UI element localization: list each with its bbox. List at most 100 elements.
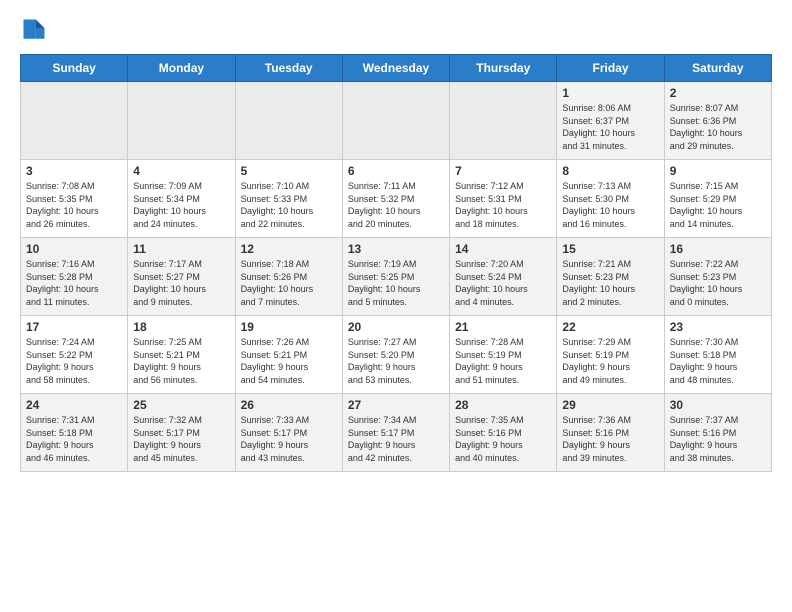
calendar-cell: 10 Sunrise: 7:16 AM Sunset: 5:28 PM Dayli… <box>21 238 128 316</box>
calendar-cell: 27 Sunrise: 7:34 AM Sunset: 5:17 PM Dayli… <box>342 394 449 472</box>
day-header-thursday: Thursday <box>450 55 557 82</box>
day-info: Sunrise: 7:34 AM Sunset: 5:17 PM Dayligh… <box>348 414 444 464</box>
day-info: Sunrise: 7:13 AM Sunset: 5:30 PM Dayligh… <box>562 180 658 230</box>
day-number: 9 <box>670 164 766 178</box>
day-info: Sunrise: 7:25 AM Sunset: 5:21 PM Dayligh… <box>133 336 229 386</box>
day-number: 13 <box>348 242 444 256</box>
day-number: 25 <box>133 398 229 412</box>
day-number: 5 <box>241 164 337 178</box>
calendar-cell: 22Sunrise: 7:29 AM Sunset: 5:19 PM Dayli… <box>557 316 664 394</box>
calendar-week-1: 1 Sunrise: 8:06 AM Sunset: 6:37 PM Daylig… <box>21 82 772 160</box>
day-number: 16 <box>670 242 766 256</box>
calendar-cell <box>342 82 449 160</box>
day-header-saturday: Saturday <box>664 55 771 82</box>
day-header-monday: Monday <box>128 55 235 82</box>
calendar-week-3: 10 Sunrise: 7:16 AM Sunset: 5:28 PM Dayli… <box>21 238 772 316</box>
calendar-cell: 24 Sunrise: 7:31 AM Sunset: 5:18 PM Dayli… <box>21 394 128 472</box>
day-number: 19 <box>241 320 337 334</box>
day-header-sunday: Sunday <box>21 55 128 82</box>
calendar-week-5: 24 Sunrise: 7:31 AM Sunset: 5:18 PM Dayli… <box>21 394 772 472</box>
day-info: Sunrise: 7:08 AM Sunset: 5:35 PM Dayligh… <box>26 180 122 230</box>
calendar-week-2: 3Sunrise: 7:08 AM Sunset: 5:35 PM Daylig… <box>21 160 772 238</box>
day-number: 4 <box>133 164 229 178</box>
page: SundayMondayTuesdayWednesdayThursdayFrid… <box>0 0 792 482</box>
day-header-tuesday: Tuesday <box>235 55 342 82</box>
day-number: 27 <box>348 398 444 412</box>
day-number: 28 <box>455 398 551 412</box>
day-info: Sunrise: 7:10 AM Sunset: 5:33 PM Dayligh… <box>241 180 337 230</box>
day-info: Sunrise: 7:11 AM Sunset: 5:32 PM Dayligh… <box>348 180 444 230</box>
day-number: 1 <box>562 86 658 100</box>
calendar-header-row: SundayMondayTuesdayWednesdayThursdayFrid… <box>21 55 772 82</box>
day-info: Sunrise: 7:37 AM Sunset: 5:16 PM Dayligh… <box>670 414 766 464</box>
day-info: Sunrise: 7:21 AM Sunset: 5:23 PM Dayligh… <box>562 258 658 308</box>
day-info: Sunrise: 7:28 AM Sunset: 5:19 PM Dayligh… <box>455 336 551 386</box>
calendar-cell: 11Sunrise: 7:17 AM Sunset: 5:27 PM Dayli… <box>128 238 235 316</box>
day-info: Sunrise: 7:24 AM Sunset: 5:22 PM Dayligh… <box>26 336 122 386</box>
day-number: 26 <box>241 398 337 412</box>
calendar: SundayMondayTuesdayWednesdayThursdayFrid… <box>20 54 772 472</box>
day-info: Sunrise: 7:16 AM Sunset: 5:28 PM Dayligh… <box>26 258 122 308</box>
day-number: 18 <box>133 320 229 334</box>
calendar-cell: 26 Sunrise: 7:33 AM Sunset: 5:17 PM Dayli… <box>235 394 342 472</box>
day-number: 17 <box>26 320 122 334</box>
day-info: Sunrise: 7:31 AM Sunset: 5:18 PM Dayligh… <box>26 414 122 464</box>
day-number: 12 <box>241 242 337 256</box>
day-info: Sunrise: 7:30 AM Sunset: 5:18 PM Dayligh… <box>670 336 766 386</box>
calendar-cell: 9 Sunrise: 7:15 AM Sunset: 5:29 PM Daylig… <box>664 160 771 238</box>
day-number: 2 <box>670 86 766 100</box>
calendar-cell: 2 Sunrise: 8:07 AM Sunset: 6:36 PM Daylig… <box>664 82 771 160</box>
day-info: Sunrise: 7:09 AM Sunset: 5:34 PM Dayligh… <box>133 180 229 230</box>
day-info: Sunrise: 7:15 AM Sunset: 5:29 PM Dayligh… <box>670 180 766 230</box>
calendar-cell: 17 Sunrise: 7:24 AM Sunset: 5:22 PM Dayli… <box>21 316 128 394</box>
calendar-cell <box>128 82 235 160</box>
calendar-cell: 15 Sunrise: 7:21 AM Sunset: 5:23 PM Dayli… <box>557 238 664 316</box>
calendar-cell: 5 Sunrise: 7:10 AM Sunset: 5:33 PM Daylig… <box>235 160 342 238</box>
calendar-cell: 12 Sunrise: 7:18 AM Sunset: 5:26 PM Dayli… <box>235 238 342 316</box>
calendar-cell: 20 Sunrise: 7:27 AM Sunset: 5:20 PM Dayli… <box>342 316 449 394</box>
calendar-cell: 6Sunrise: 7:11 AM Sunset: 5:32 PM Daylig… <box>342 160 449 238</box>
day-info: Sunrise: 8:06 AM Sunset: 6:37 PM Dayligh… <box>562 102 658 152</box>
calendar-cell: 21 Sunrise: 7:28 AM Sunset: 5:19 PM Dayli… <box>450 316 557 394</box>
day-info: Sunrise: 7:17 AM Sunset: 5:27 PM Dayligh… <box>133 258 229 308</box>
day-number: 22 <box>562 320 658 334</box>
day-info: Sunrise: 7:27 AM Sunset: 5:20 PM Dayligh… <box>348 336 444 386</box>
day-number: 20 <box>348 320 444 334</box>
day-info: Sunrise: 7:19 AM Sunset: 5:25 PM Dayligh… <box>348 258 444 308</box>
calendar-cell <box>235 82 342 160</box>
day-number: 30 <box>670 398 766 412</box>
day-info: Sunrise: 7:22 AM Sunset: 5:23 PM Dayligh… <box>670 258 766 308</box>
calendar-cell: 8 Sunrise: 7:13 AM Sunset: 5:30 PM Daylig… <box>557 160 664 238</box>
day-info: Sunrise: 7:12 AM Sunset: 5:31 PM Dayligh… <box>455 180 551 230</box>
day-number: 21 <box>455 320 551 334</box>
day-number: 8 <box>562 164 658 178</box>
day-info: Sunrise: 7:26 AM Sunset: 5:21 PM Dayligh… <box>241 336 337 386</box>
day-number: 14 <box>455 242 551 256</box>
calendar-week-4: 17 Sunrise: 7:24 AM Sunset: 5:22 PM Dayli… <box>21 316 772 394</box>
day-info: Sunrise: 7:36 AM Sunset: 5:16 PM Dayligh… <box>562 414 658 464</box>
day-number: 10 <box>26 242 122 256</box>
day-number: 23 <box>670 320 766 334</box>
day-info: Sunrise: 7:35 AM Sunset: 5:16 PM Dayligh… <box>455 414 551 464</box>
calendar-cell: 13 Sunrise: 7:19 AM Sunset: 5:25 PM Dayli… <box>342 238 449 316</box>
day-number: 24 <box>26 398 122 412</box>
calendar-cell: 23 Sunrise: 7:30 AM Sunset: 5:18 PM Dayli… <box>664 316 771 394</box>
day-info: Sunrise: 7:18 AM Sunset: 5:26 PM Dayligh… <box>241 258 337 308</box>
day-number: 15 <box>562 242 658 256</box>
calendar-cell: 16 Sunrise: 7:22 AM Sunset: 5:23 PM Dayli… <box>664 238 771 316</box>
calendar-cell: 19 Sunrise: 7:26 AM Sunset: 5:21 PM Dayli… <box>235 316 342 394</box>
calendar-cell: 25Sunrise: 7:32 AM Sunset: 5:17 PM Dayli… <box>128 394 235 472</box>
calendar-cell: 30 Sunrise: 7:37 AM Sunset: 5:16 PM Dayli… <box>664 394 771 472</box>
logo <box>20 16 52 44</box>
calendar-cell: 1 Sunrise: 8:06 AM Sunset: 6:37 PM Daylig… <box>557 82 664 160</box>
calendar-cell: 3Sunrise: 7:08 AM Sunset: 5:35 PM Daylig… <box>21 160 128 238</box>
day-info: Sunrise: 8:07 AM Sunset: 6:36 PM Dayligh… <box>670 102 766 152</box>
calendar-cell <box>450 82 557 160</box>
logo-icon <box>20 16 48 44</box>
day-number: 7 <box>455 164 551 178</box>
day-header-friday: Friday <box>557 55 664 82</box>
calendar-cell: 28 Sunrise: 7:35 AM Sunset: 5:16 PM Dayli… <box>450 394 557 472</box>
day-info: Sunrise: 7:33 AM Sunset: 5:17 PM Dayligh… <box>241 414 337 464</box>
calendar-cell: 7 Sunrise: 7:12 AM Sunset: 5:31 PM Daylig… <box>450 160 557 238</box>
calendar-cell <box>21 82 128 160</box>
